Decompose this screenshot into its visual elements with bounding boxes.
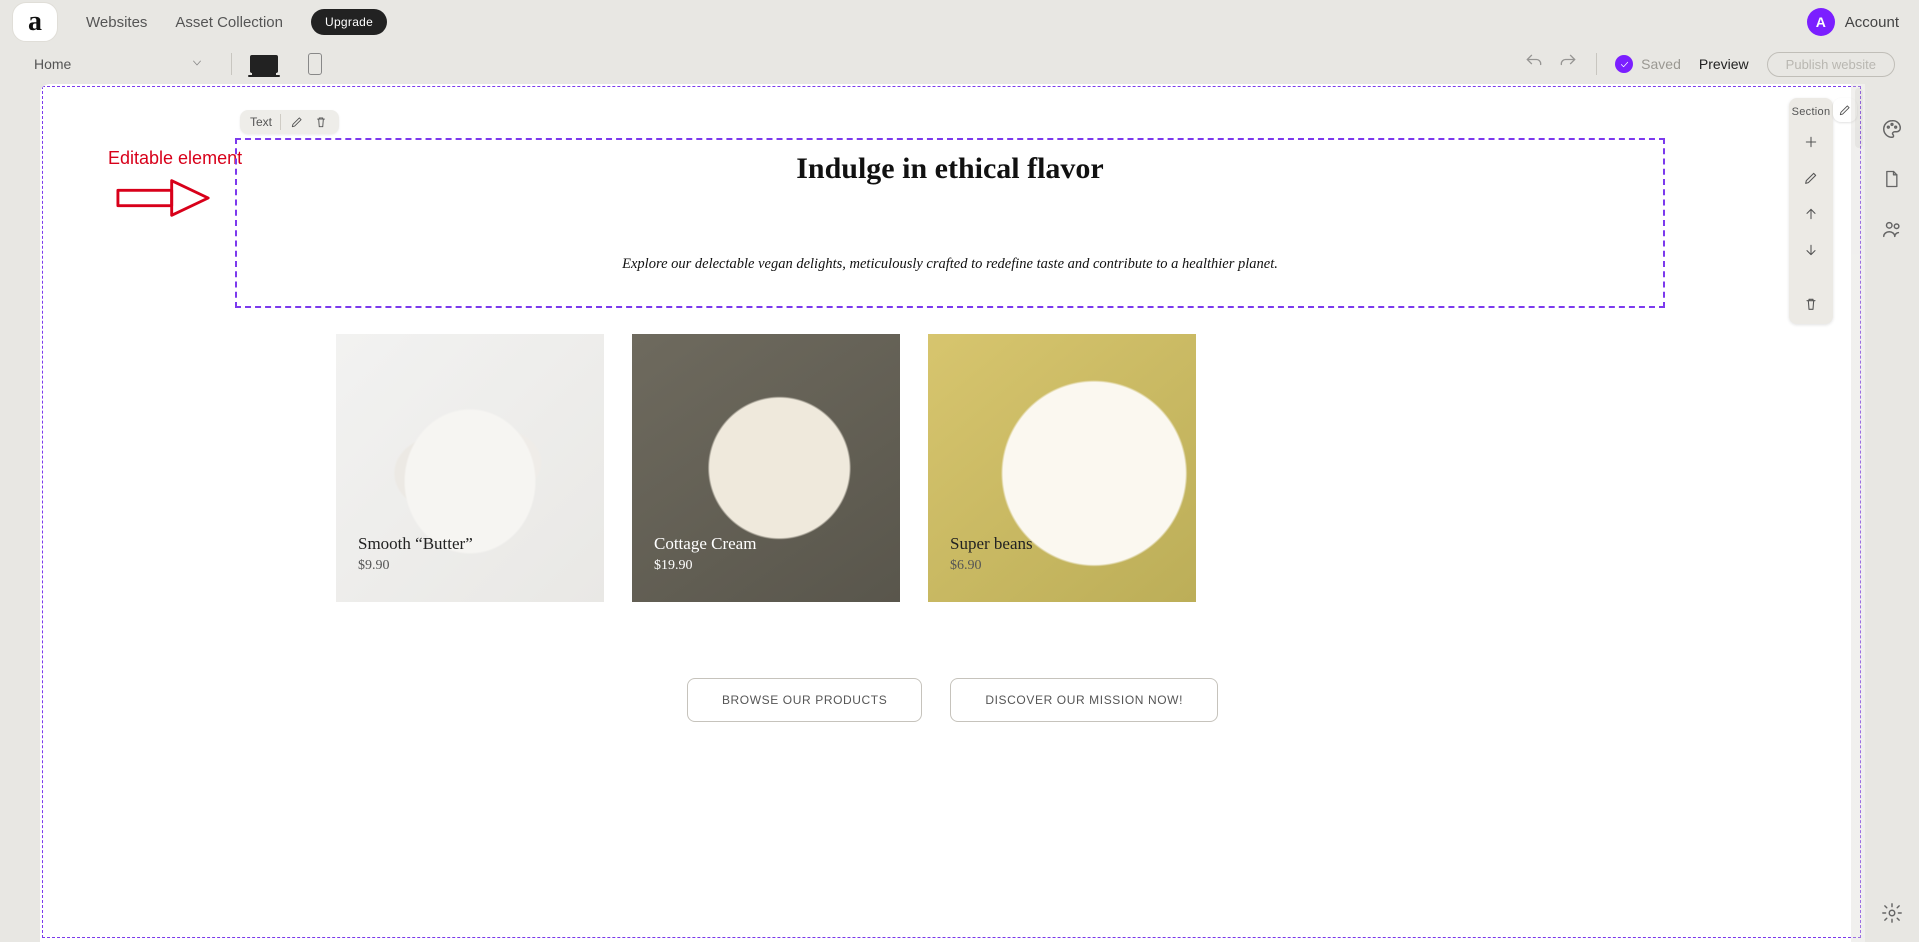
app-logo[interactable]: a [12, 2, 58, 42]
cta-row: BROWSE OUR PRODUCTS DISCOVER OUR MISSION… [40, 678, 1865, 722]
product-card[interactable]: Smooth “Butter” $9.90 [336, 334, 604, 602]
editor-toolbar: Home Saved Preview Publish website [8, 44, 1911, 84]
element-type-label: Text [250, 115, 272, 129]
nav-websites[interactable]: Websites [86, 14, 147, 31]
gear-icon[interactable] [1881, 902, 1903, 924]
product-price: $9.90 [358, 558, 473, 574]
product-name: Cottage Cream [654, 534, 756, 554]
page-dropdown[interactable]: Home [24, 52, 213, 76]
arrow-down-icon[interactable] [1799, 238, 1823, 262]
trash-icon[interactable] [1799, 292, 1823, 316]
undo-icon [1524, 52, 1544, 77]
device-mobile-icon[interactable] [308, 53, 322, 75]
edit-icon[interactable] [289, 114, 305, 130]
canvas[interactable]: Editable element Text [40, 84, 1865, 942]
product-card[interactable]: Super beans $6.90 [928, 334, 1196, 602]
redo-icon [1558, 52, 1578, 77]
browse-products-button[interactable]: BROWSE OUR PRODUCTS [687, 678, 922, 722]
pencil-icon[interactable] [1799, 166, 1823, 190]
nav-asset-collection[interactable]: Asset Collection [175, 14, 283, 31]
element-toolbar: Text [240, 110, 339, 134]
plus-icon[interactable] [1799, 130, 1823, 154]
trash-icon[interactable] [313, 114, 329, 130]
arrow-up-icon[interactable] [1799, 202, 1823, 226]
annotation-label: Editable element [108, 148, 242, 169]
saved-label: Saved [1641, 56, 1681, 72]
device-toggle [250, 53, 322, 75]
avatar: A [1807, 8, 1835, 36]
product-cards: Smooth “Butter” $9.90 Cottage Cream $19.… [336, 334, 1595, 602]
check-circle-icon [1615, 55, 1633, 73]
product-price: $6.90 [950, 558, 1033, 574]
save-status: Saved [1615, 55, 1681, 73]
product-name: Smooth “Butter” [358, 534, 473, 554]
discover-mission-button[interactable]: DISCOVER OUR MISSION NOW! [950, 678, 1218, 722]
top-nav: a Websites Asset Collection Upgrade A Ac… [0, 0, 1919, 44]
preview-link[interactable]: Preview [1699, 56, 1749, 72]
people-icon[interactable] [1881, 218, 1903, 240]
publish-button[interactable]: Publish website [1767, 52, 1895, 77]
right-rail [1865, 84, 1919, 942]
upgrade-button[interactable]: Upgrade [311, 9, 387, 35]
left-gutter [0, 84, 40, 942]
annotation-arrow-icon [116, 176, 212, 220]
product-price: $19.90 [654, 558, 756, 574]
page-icon[interactable] [1881, 168, 1903, 190]
device-desktop-icon[interactable] [250, 55, 278, 73]
scrollbar[interactable] [1851, 84, 1865, 942]
chevron-down-icon [191, 56, 203, 72]
section-panel-header: Section [1792, 106, 1831, 118]
hero-heading[interactable]: Indulge in ethical flavor [237, 152, 1663, 186]
section-panel: Section [1789, 98, 1833, 324]
product-card[interactable]: Cottage Cream $19.90 [632, 334, 900, 602]
product-name: Super beans [950, 534, 1033, 554]
page-name: Home [34, 56, 71, 72]
hero-subheading[interactable]: Explore our delectable vegan delights, m… [237, 256, 1663, 273]
account-menu[interactable]: A Account [1807, 8, 1899, 36]
account-label: Account [1845, 14, 1899, 31]
palette-icon[interactable] [1881, 118, 1903, 140]
scrollbar-thumb[interactable] [1855, 88, 1863, 148]
hero-text-block[interactable]: Indulge in ethical flavor Explore our de… [235, 138, 1665, 308]
